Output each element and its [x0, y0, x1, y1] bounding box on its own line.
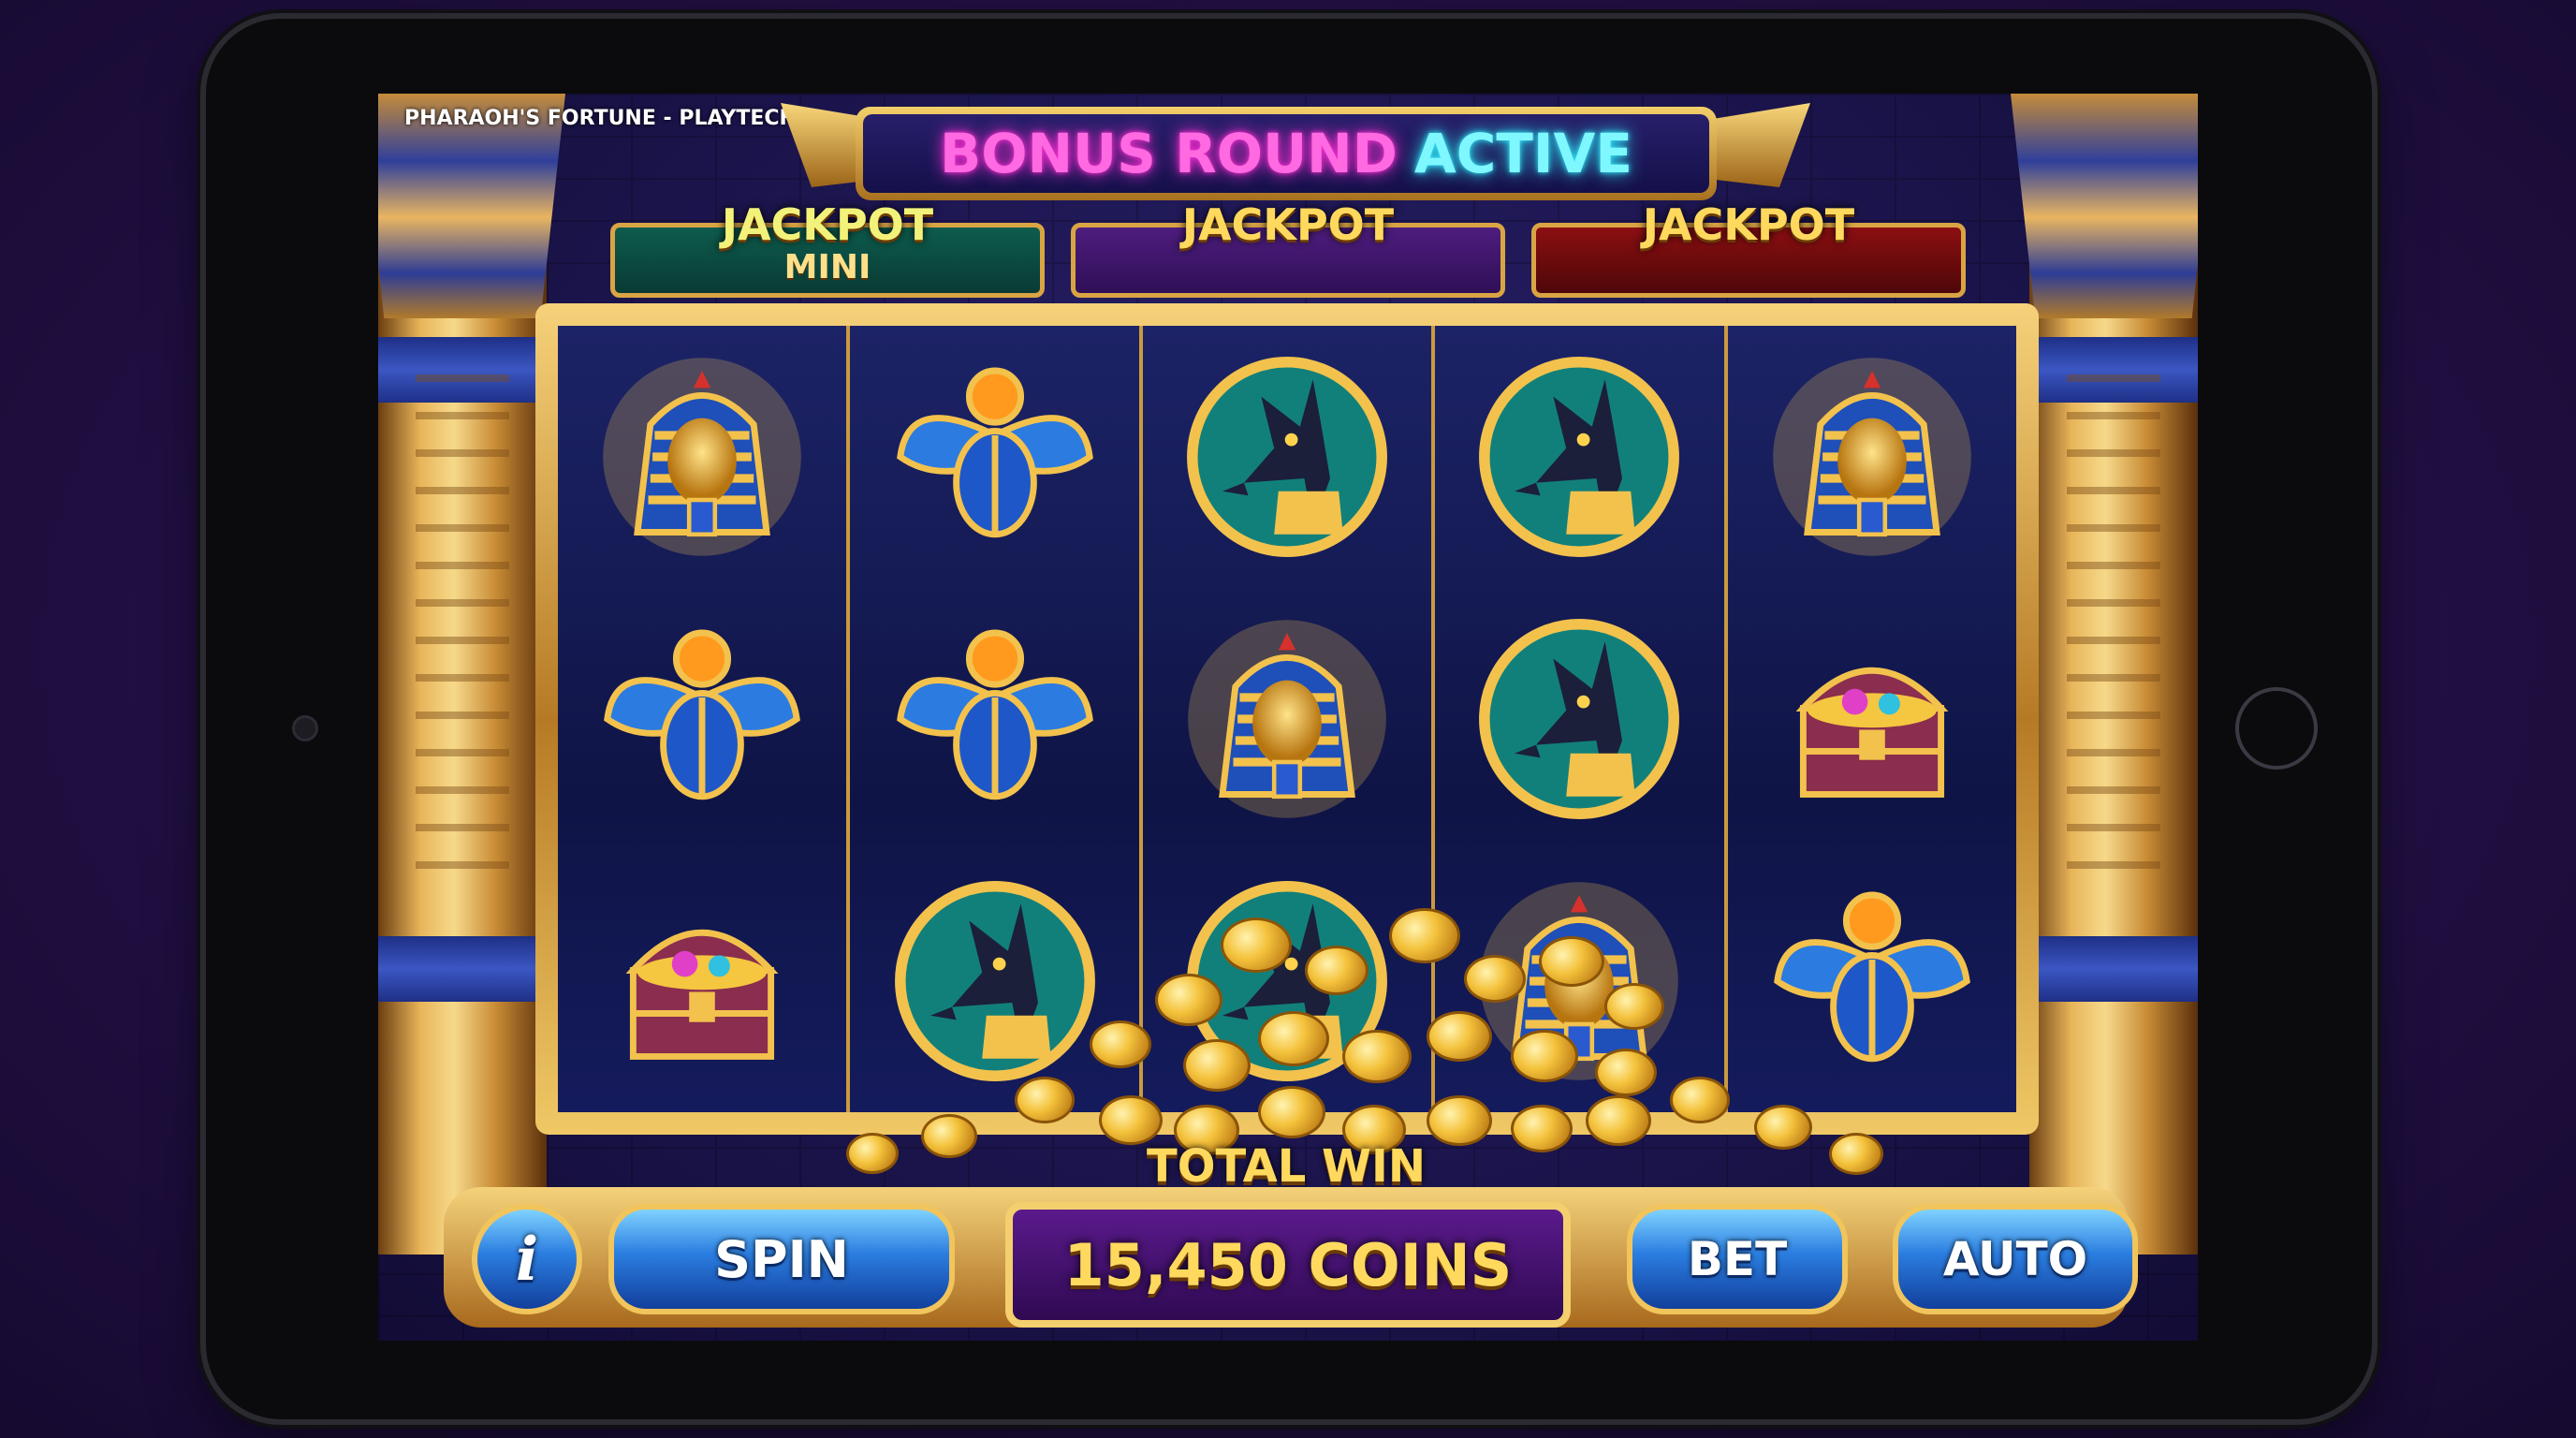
- reel-4: [1435, 326, 1724, 1112]
- anubis-icon: [1175, 869, 1399, 1093]
- scarab-icon: [1760, 869, 1984, 1093]
- pharaoh-icon: [1467, 869, 1691, 1093]
- pharaoh-icon: [1760, 345, 1984, 569]
- scarab-icon: [883, 345, 1107, 569]
- game-title: PHARAOH'S FORTUNE - PLAYTECH: [404, 107, 797, 130]
- treasure-chest-icon: [590, 869, 814, 1093]
- jackpot-grand: JACKPOT: [1531, 199, 1966, 298]
- active-text: ACTIVE: [1413, 122, 1632, 185]
- reel-3: [1142, 326, 1432, 1112]
- total-win-value: 15,450 COINS: [1005, 1202, 1571, 1328]
- camera: [292, 715, 318, 741]
- home-button[interactable]: [2235, 687, 2318, 770]
- reel-5: [1727, 326, 2017, 1112]
- spin-button[interactable]: SPIN: [608, 1204, 955, 1314]
- jackpot-mini: JACKPOT MINI: [610, 199, 1045, 298]
- reel-2: [850, 326, 1139, 1112]
- anubis-icon: [883, 869, 1107, 1093]
- right-pillar: [2011, 94, 2198, 1255]
- bet-button[interactable]: BET: [1627, 1204, 1848, 1314]
- pharaoh-icon: [590, 345, 814, 569]
- bonus-banner: BONUS ROUND ACTIVE: [856, 107, 1717, 200]
- reel-frame: [535, 303, 2039, 1135]
- reel-1: [558, 326, 847, 1112]
- jackpot-label: JACKPOT: [721, 199, 934, 250]
- bonus-text: BONUS ROUND: [940, 122, 1398, 185]
- total-win-label: TOTAL WIN: [1147, 1140, 1426, 1193]
- anubis-icon: [1467, 345, 1691, 569]
- scarab-icon: [883, 607, 1107, 831]
- anubis-icon: [1467, 607, 1691, 831]
- reels-grid: [558, 326, 2017, 1112]
- scarab-icon: [590, 607, 814, 831]
- jackpot-label: JACKPOT: [1642, 199, 1855, 250]
- jackpot-label: JACKPOT: [1181, 199, 1395, 250]
- info-button[interactable]: i: [472, 1204, 582, 1314]
- treasure-chest-icon: [1760, 607, 1984, 831]
- left-pillar: [378, 94, 565, 1255]
- pharaoh-icon: [1175, 607, 1399, 831]
- jackpot-tier: MINI: [783, 248, 871, 286]
- auto-button[interactable]: AUTO: [1893, 1204, 2138, 1314]
- game-screen: PHARAOH'S FORTUNE - PLAYTECH BONUS ROUND…: [378, 94, 2198, 1341]
- jackpot-major: JACKPOT: [1071, 199, 1505, 298]
- anubis-icon: [1175, 345, 1399, 569]
